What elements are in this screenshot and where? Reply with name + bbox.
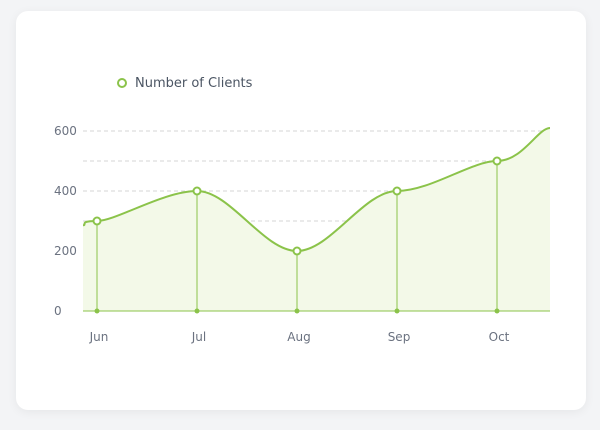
y-tick-label: 0 bbox=[54, 304, 62, 318]
x-tick-label: Jun bbox=[89, 330, 109, 344]
x-tick-label: Oct bbox=[489, 330, 510, 344]
data-point-jun bbox=[92, 216, 102, 226]
axis-dot-oct bbox=[494, 308, 500, 314]
x-tick-label: Jul bbox=[191, 330, 206, 344]
axis-dot-jul bbox=[194, 308, 200, 314]
x-tick-label: Aug bbox=[287, 330, 310, 344]
axis-dot-sep bbox=[394, 308, 400, 314]
axis-dot-jun bbox=[94, 308, 100, 314]
series-area bbox=[83, 128, 550, 311]
x-tick-label: Sep bbox=[388, 330, 411, 344]
data-point-oct bbox=[492, 156, 502, 166]
area-chart: 0 200 400 600 Jun Jul Aug Sep Oct bbox=[54, 124, 551, 344]
y-tick-label: 200 bbox=[54, 244, 77, 258]
y-tick-label: 600 bbox=[54, 124, 77, 138]
data-point-sep bbox=[392, 186, 402, 196]
axis-dot-aug bbox=[294, 308, 300, 314]
data-point-jul bbox=[192, 186, 202, 196]
data-point-aug bbox=[292, 246, 302, 256]
y-tick-label: 400 bbox=[54, 184, 77, 198]
